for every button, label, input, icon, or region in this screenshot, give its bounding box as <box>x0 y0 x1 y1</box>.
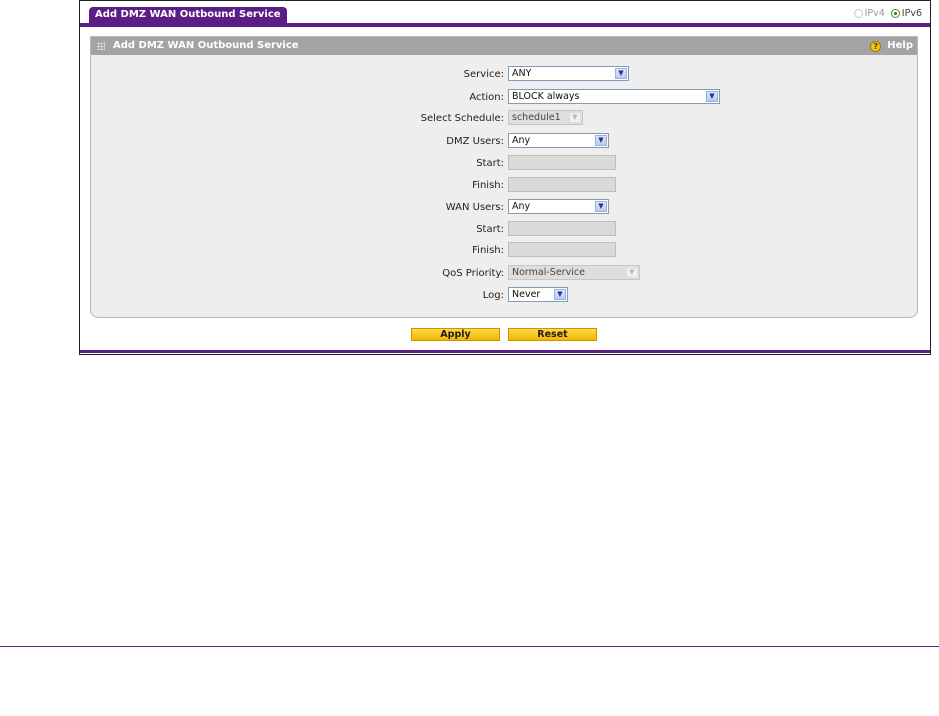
dmz-start-label: Start: <box>476 158 504 169</box>
wan-users-row: WAN Users: Any ▼ <box>91 199 917 216</box>
log-row: Log: Never ▼ <box>91 287 917 304</box>
wan-users-value: Any <box>512 201 531 212</box>
wan-start-row: Start: <box>91 221 917 238</box>
schedule-select[interactable]: schedule1 ▼ <box>508 110 583 125</box>
chevron-down-icon[interactable]: ▼ <box>626 267 638 278</box>
grip-icon <box>97 42 105 50</box>
service-select[interactable]: ANY ▼ <box>508 66 629 81</box>
qos-value: Normal-Service <box>512 267 585 278</box>
dialog-frame: Add DMZ WAN Outbound Service IPv4 IPv6 A… <box>79 0 931 355</box>
tab-underline <box>80 23 930 27</box>
qos-select[interactable]: Normal-Service ▼ <box>508 265 640 280</box>
dmz-start-input[interactable] <box>508 155 616 170</box>
panel-header: Add DMZ WAN Outbound Service ? Help <box>91 37 917 55</box>
dmz-finish-input[interactable] <box>508 177 616 192</box>
wan-finish-row: Finish: <box>91 242 917 259</box>
ipv6-label: IPv6 <box>901 8 922 19</box>
service-label: Service: <box>463 69 504 80</box>
action-label: Action: <box>469 92 504 103</box>
dmz-users-select[interactable]: Any ▼ <box>508 133 609 148</box>
reset-button[interactable]: Reset <box>508 328 597 341</box>
tab-add-dmz-wan-outbound-service[interactable]: Add DMZ WAN Outbound Service <box>89 7 287 23</box>
log-value: Never <box>512 289 541 300</box>
ipv4-radio[interactable] <box>853 9 863 18</box>
schedule-label: Select Schedule: <box>420 113 504 124</box>
ipv6-radio[interactable] <box>890 9 900 18</box>
dmz-users-value: Any <box>512 135 531 146</box>
wan-finish-input[interactable] <box>508 242 616 257</box>
wan-users-label: WAN Users: <box>445 202 504 213</box>
wan-start-label: Start: <box>476 224 504 235</box>
chevron-down-icon[interactable]: ▼ <box>554 289 566 300</box>
action-row: Action: BLOCK always ▼ <box>91 89 917 106</box>
wan-start-input[interactable] <box>508 221 616 236</box>
top-bar: Add DMZ WAN Outbound Service IPv4 IPv6 <box>80 1 930 23</box>
frame-bottom-line <box>80 350 930 353</box>
ipv6-option[interactable]: IPv6 <box>890 8 922 19</box>
qos-label: QoS Priority: <box>442 268 504 279</box>
chevron-down-icon[interactable]: ▼ <box>595 201 607 212</box>
dmz-finish-row: Finish: <box>91 177 917 194</box>
panel-title: Add DMZ WAN Outbound Service <box>113 40 299 51</box>
ip-version-selector: IPv4 IPv6 <box>851 8 922 21</box>
qos-row: QoS Priority: Normal-Service ▼ <box>91 265 917 282</box>
ipv4-option[interactable]: IPv4 <box>853 8 885 19</box>
chevron-down-icon[interactable]: ▼ <box>706 91 718 102</box>
action-value: BLOCK always <box>512 91 580 102</box>
page-footer-rule <box>0 646 939 647</box>
service-row: Service: ANY ▼ <box>91 66 917 83</box>
action-select[interactable]: BLOCK always ▼ <box>508 89 720 104</box>
apply-button[interactable]: Apply <box>411 328 500 341</box>
dmz-start-row: Start: <box>91 155 917 172</box>
wan-finish-label: Finish: <box>472 245 504 256</box>
chevron-down-icon[interactable]: ▼ <box>615 68 627 79</box>
chevron-down-icon[interactable]: ▼ <box>595 135 607 146</box>
ipv4-label: IPv4 <box>864 8 885 19</box>
wan-users-select[interactable]: Any ▼ <box>508 199 609 214</box>
service-value: ANY <box>512 68 532 79</box>
log-label: Log: <box>482 290 504 301</box>
dmz-users-label: DMZ Users: <box>446 136 504 147</box>
help-label[interactable]: Help <box>887 37 913 55</box>
help-link[interactable]: ? Help <box>870 37 913 55</box>
schedule-row: Select Schedule: schedule1 ▼ <box>91 110 917 127</box>
form-panel: Add DMZ WAN Outbound Service ? Help Serv… <box>90 36 918 318</box>
dmz-users-row: DMZ Users: Any ▼ <box>91 133 917 150</box>
dmz-finish-label: Finish: <box>472 180 504 191</box>
log-select[interactable]: Never ▼ <box>508 287 568 302</box>
schedule-value: schedule1 <box>512 112 561 123</box>
chevron-down-icon[interactable]: ▼ <box>569 112 581 123</box>
help-icon[interactable]: ? <box>870 40 882 52</box>
